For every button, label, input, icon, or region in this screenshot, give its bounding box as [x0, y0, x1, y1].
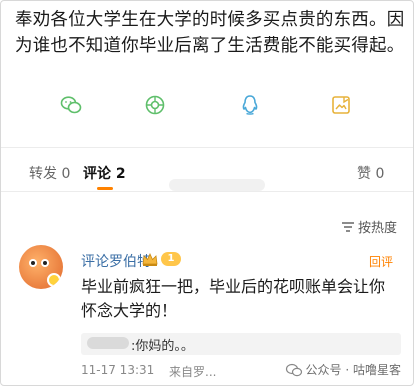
tab-repost-label: 转发: [29, 166, 57, 182]
tab-likes[interactable]: 赞 0: [357, 163, 384, 183]
wechat-icon: [60, 96, 82, 114]
tab-comments-label: 评论: [83, 166, 111, 182]
tab-comments[interactable]: 评论 2: [83, 163, 126, 183]
user-level-badge: 1: [161, 252, 181, 266]
tab-likes-count: 0: [375, 166, 385, 182]
interaction-tabs: 转发 0 评论 2 赞 0: [1, 159, 413, 191]
tab-comments-count: 2: [115, 166, 126, 182]
avatar-eye-right: [41, 259, 49, 267]
section-divider: [1, 147, 413, 148]
comment-text: 毕业前疯狂一把，毕业后的花呗账单会让你怀念大学的！: [81, 277, 386, 320]
avatar-eye-left: [29, 259, 37, 267]
watermark-text: 公众号 · 咕噜星客: [305, 363, 401, 377]
sort-icon: [341, 221, 354, 232]
wechat-watermark: 公众号 · 咕噜星客: [280, 360, 405, 379]
active-tab-indicator: [97, 187, 113, 190]
comment-location: 来自罗...: [169, 365, 217, 379]
share-wechat-button[interactable]: [51, 85, 91, 125]
blurred-username-watermark: [169, 179, 265, 191]
avatar-badge-icon: [47, 273, 61, 287]
save-image-icon: [332, 96, 350, 114]
save-image-button[interactable]: [321, 85, 361, 125]
tab-repost-count: 0: [61, 166, 71, 182]
crown-icon: [142, 253, 158, 266]
blurred-reply-username: [87, 337, 129, 349]
tabs-divider: [1, 191, 413, 192]
post-detail-screen: 奉劝各位大学生在大学的时候多买点贵的东西。因为谁也不知道你毕业后离了生活费能不能…: [0, 0, 414, 386]
share-moments-button[interactable]: [135, 85, 175, 125]
nested-reply[interactable]: :你妈的。。: [81, 333, 401, 355]
moments-icon: [145, 95, 165, 115]
sort-by-hot-button[interactable]: 按热度: [341, 217, 397, 236]
avatar[interactable]: [19, 245, 63, 289]
sort-label: 按热度: [357, 221, 397, 236]
tab-likes-label: 赞: [357, 166, 371, 182]
post-text: 奉劝各位大学生在大学的时候多买点贵的东西。因为谁也不知道你毕业后离了生活费能不能…: [15, 10, 405, 56]
wechat-official-account-icon: [285, 363, 302, 376]
comment-timestamp: 11-17 13:31: [81, 363, 155, 377]
tab-repost[interactable]: 转发 0: [29, 163, 70, 183]
reply-button[interactable]: 回评: [369, 253, 393, 270]
share-qq-button[interactable]: [230, 85, 270, 125]
nested-reply-text: :你妈的。。: [131, 339, 194, 354]
qq-icon: [242, 95, 258, 115]
share-bar: [1, 77, 413, 133]
